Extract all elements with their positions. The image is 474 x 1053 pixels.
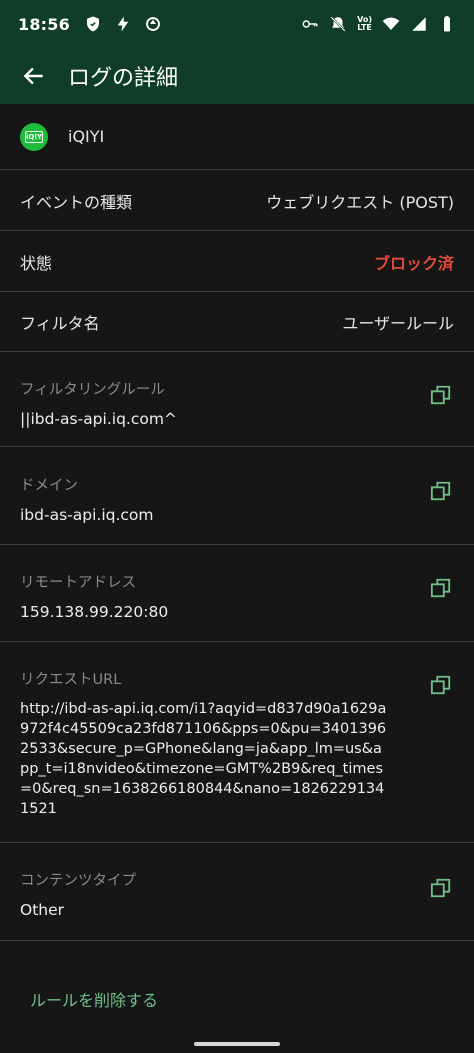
battery-icon (444, 16, 450, 32)
shield-icon (86, 16, 99, 32)
bolt-icon (117, 16, 129, 32)
copy-icon[interactable] (430, 674, 452, 696)
app-row: iQIY iQIYI (0, 104, 474, 170)
event-type-value: ウェブリクエスト (POST) (266, 192, 454, 212)
wifi-icon (382, 17, 400, 30)
domain-section: ドメイン ibd-as-api.iq.com (0, 448, 474, 545)
gesture-nav-bar[interactable] (194, 1042, 280, 1046)
mute-icon (330, 16, 346, 32)
key-icon (302, 20, 318, 28)
event-type-label: イベントの種類 (20, 192, 133, 212)
event-type-row: イベントの種類 ウェブリクエスト (POST) (0, 171, 474, 231)
content-type-value: Other (20, 901, 65, 919)
remote-address-value: 159.138.99.220:80 (20, 603, 169, 621)
status-label: 状態 (20, 253, 53, 273)
remote-address-label: リモートアドレス (20, 575, 136, 591)
status-time: 18:56 (18, 14, 70, 34)
sync-icon (146, 17, 160, 31)
app-icon: iQIY (20, 122, 48, 151)
delete-rule-button[interactable]: ルールを削除する (30, 987, 158, 1011)
request-url-section: リクエストURL http://ibd-as-api.iq.com/i1?aqy… (0, 642, 474, 843)
arrow-left-icon (23, 67, 43, 85)
page-title: ログの詳細 (68, 66, 179, 91)
status-row: 状態 ブロック済 (0, 232, 474, 292)
app-bar: ログの詳細 (0, 48, 474, 104)
request-url-label: リクエストURL (20, 672, 122, 688)
copy-icon[interactable] (430, 384, 452, 406)
filter-name-row: フィルタ名 ユーザールール (0, 292, 474, 352)
filtering-rule-value: ||ibd-as-api.iq.com^ (20, 410, 177, 428)
copy-icon[interactable] (430, 480, 452, 502)
content-type-section: コンテンツタイプ Other (0, 843, 474, 941)
copy-icon[interactable] (430, 877, 452, 899)
request-url-value: http://ibd-as-api.iq.com/i1?aqyid=d837d9… (20, 701, 387, 817)
app-name: iQIYI (68, 127, 105, 146)
remote-address-section: リモートアドレス 159.138.99.220:80 (0, 545, 474, 642)
domain-value: ibd-as-api.iq.com (20, 506, 154, 524)
app-icon-text: iQIY (25, 130, 43, 143)
volte-icon: Vo) LTE (357, 16, 372, 32)
volte-bottom-text: LTE (357, 23, 372, 32)
status-value: ブロック済 (373, 253, 454, 273)
filter-name-value: ユーザールール (342, 313, 454, 333)
filtering-rule-section: フィルタリングルール ||ibd-as-api.iq.com^ (0, 352, 474, 447)
signal-icon (412, 17, 426, 31)
back-button[interactable] (16, 58, 52, 94)
copy-icon[interactable] (430, 577, 452, 599)
content-type-label: コンテンツタイプ (20, 873, 136, 889)
filter-name-label: フィルタ名 (20, 313, 100, 333)
filtering-rule-label: フィルタリングルール (20, 382, 165, 398)
domain-label: ドメイン (20, 478, 78, 494)
status-bar: 18:56 Vo) LTE (0, 0, 474, 48)
